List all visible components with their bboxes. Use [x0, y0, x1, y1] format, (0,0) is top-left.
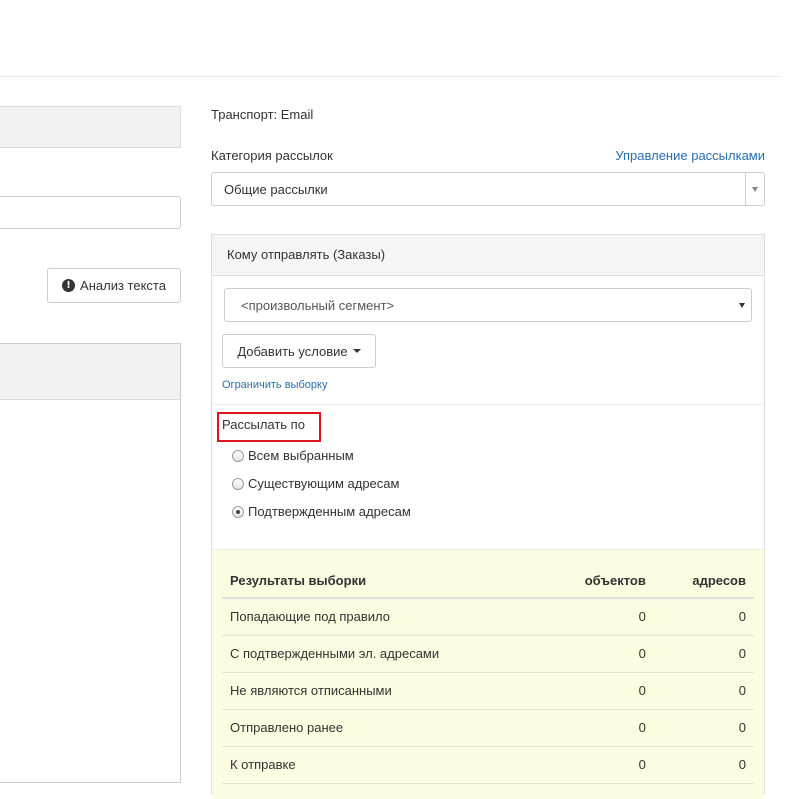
- radio-button[interactable]: [232, 449, 244, 462]
- radio-button-checked[interactable]: [232, 505, 244, 518]
- table-row: Отправлено ранее 0 0: [222, 709, 754, 747]
- results-header-row: Результаты выборки объектов адресов: [222, 563, 754, 599]
- caret-down-icon: [352, 349, 361, 353]
- add-condition-button[interactable]: Добавить условие: [222, 334, 376, 368]
- row-objects: 0: [545, 746, 654, 784]
- chevron-down-icon: [752, 186, 758, 192]
- row-addresses: 0: [653, 635, 754, 673]
- row-objects: 0: [545, 635, 654, 673]
- recipients-panel: Кому отправлять (Заказы) <произвольный с…: [211, 234, 765, 799]
- row-addresses: 0: [653, 709, 754, 747]
- category-select[interactable]: Общие рассылки: [211, 172, 765, 206]
- add-condition-label: Добавить условие: [237, 343, 348, 359]
- editor-panel[interactable]: [0, 343, 181, 783]
- divider: [212, 404, 764, 405]
- manage-mailings-link[interactable]: Управление рассылками: [615, 148, 765, 163]
- row-objects: 0: [545, 709, 654, 747]
- limit-selection-link[interactable]: Ограничить выборку: [222, 379, 327, 391]
- table-row: Не являются отписанными 0 0: [222, 672, 754, 710]
- radio-existing-addresses[interactable]: Существующим адресам: [232, 476, 399, 491]
- send-by-label: Рассылать по: [222, 417, 305, 432]
- radio-label: Существующим адресам: [248, 476, 400, 491]
- row-label: С подтвержденными эл. адресами: [222, 635, 546, 673]
- header-divider: [0, 76, 780, 77]
- row-label: Отправлено ранее: [222, 709, 546, 747]
- chevron-down-icon: [739, 303, 745, 308]
- segment-select[interactable]: <произвольный сегмент>: [224, 288, 752, 322]
- category-label: Категория рассылок: [211, 148, 333, 163]
- row-label: К отправке: [222, 746, 546, 784]
- analyze-text-button[interactable]: ! Анализ текста: [47, 268, 181, 303]
- radio-label: Подтвержденным адресам: [248, 504, 411, 519]
- table-row: К отправке 0 0: [222, 746, 754, 784]
- info-circle-icon: !: [62, 279, 76, 292]
- radio-confirmed-addresses[interactable]: Подтвержденным адресам: [232, 504, 411, 519]
- row-addresses: 0: [653, 672, 754, 710]
- analyze-text-label: Анализ текста: [80, 278, 166, 293]
- radio-button[interactable]: [232, 477, 244, 490]
- row-objects: 0: [545, 598, 654, 636]
- results-header-objects: объектов: [545, 563, 654, 599]
- table-row: С подтвержденными эл. адресами 0 0: [222, 635, 754, 673]
- row-label: Не являются отписанными: [222, 672, 546, 710]
- category-select-toggle[interactable]: [745, 173, 764, 205]
- selection-results: Результаты выборки объектов адресов Попа…: [212, 549, 764, 799]
- results-table: Результаты выборки объектов адресов Попа…: [222, 563, 754, 784]
- transport-label: Транспорт: Email: [211, 107, 314, 122]
- category-select-value: Общие рассылки: [224, 182, 328, 197]
- recipients-panel-title: Кому отправлять (Заказы): [212, 235, 764, 276]
- results-header-addresses: адресов: [653, 563, 754, 599]
- segment-select-value: <произвольный сегмент>: [241, 298, 395, 313]
- row-objects: 0: [545, 672, 654, 710]
- radio-dot: [236, 509, 240, 514]
- radio-label: Всем выбранным: [248, 448, 354, 463]
- left-title-bar: [0, 106, 181, 148]
- table-row: Попадающие под правило 0 0: [222, 598, 754, 636]
- results-header-name: Результаты выборки: [222, 563, 546, 599]
- subject-input[interactable]: [0, 196, 181, 229]
- row-addresses: 0: [653, 746, 754, 784]
- radio-all-selected[interactable]: Всем выбранным: [232, 448, 354, 463]
- editor-toolbar: [0, 344, 180, 400]
- row-label: Попадающие под правило: [222, 598, 546, 636]
- row-addresses: 0: [653, 598, 754, 636]
